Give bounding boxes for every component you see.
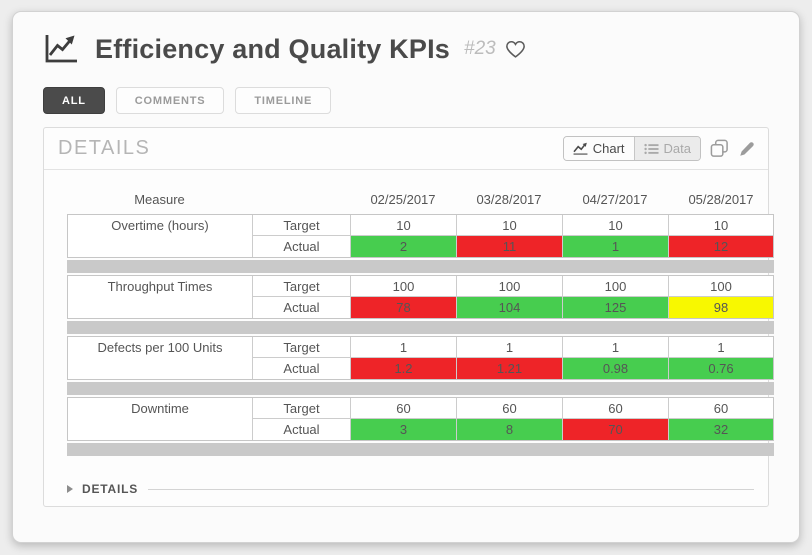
group-separator bbox=[67, 443, 774, 456]
tab-comments[interactable]: COMMENTS bbox=[115, 87, 225, 114]
target-value: 60 bbox=[456, 398, 562, 419]
actual-value: 78 bbox=[350, 297, 456, 318]
actual-row-label: Actual bbox=[252, 236, 350, 257]
measure-name: Throughput Times bbox=[107, 279, 213, 294]
target-value: 10 bbox=[668, 215, 773, 236]
data-view-button[interactable]: Data bbox=[633, 137, 700, 160]
kpi-card: Efficiency and Quality KPIs #23 ALL COMM… bbox=[12, 11, 800, 543]
edit-pencil-icon[interactable] bbox=[738, 140, 756, 158]
target-value: 100 bbox=[456, 276, 562, 297]
actual-value: 70 bbox=[562, 419, 668, 440]
actual-value: 12 bbox=[668, 236, 773, 257]
actual-value: 8 bbox=[456, 419, 562, 440]
actual-value: 98 bbox=[668, 297, 773, 318]
date-column-header: 05/28/2017 bbox=[688, 191, 754, 207]
group-separator bbox=[67, 382, 774, 395]
kpi-group-defects: Defects per 100 Units Target 1 1 1 1 Act… bbox=[67, 336, 774, 380]
item-number: #23 bbox=[464, 38, 496, 59]
measure-name: Downtime bbox=[131, 401, 189, 416]
actual-value: 1.2 bbox=[350, 358, 456, 379]
actual-value: 11 bbox=[456, 236, 562, 257]
group-separator bbox=[67, 321, 774, 334]
date-column-header: 03/28/2017 bbox=[476, 191, 542, 207]
data-view-label: Data bbox=[663, 141, 691, 156]
line-chart-icon bbox=[43, 33, 80, 65]
target-value: 60 bbox=[668, 398, 773, 419]
panel-title: DETAILS bbox=[58, 137, 151, 159]
target-value: 100 bbox=[350, 276, 456, 297]
target-value: 10 bbox=[562, 215, 668, 236]
panel-header: DETAILS Chart Data bbox=[44, 128, 768, 170]
measure-name: Overtime (hours) bbox=[111, 218, 209, 233]
target-value: 60 bbox=[350, 398, 456, 419]
actual-row-label: Actual bbox=[252, 358, 350, 379]
measure-column-header: Measure bbox=[134, 191, 185, 207]
favorite-heart-icon[interactable] bbox=[505, 40, 526, 59]
details-panel: DETAILS Chart Data Measure 02/25/2017 03… bbox=[43, 127, 774, 507]
target-value: 10 bbox=[456, 215, 562, 236]
actual-value: 1 bbox=[562, 236, 668, 257]
target-row-label: Target bbox=[252, 215, 350, 236]
date-column-header: 04/27/2017 bbox=[582, 191, 648, 207]
actual-value: 0.76 bbox=[668, 358, 773, 379]
measure-name: Defects per 100 Units bbox=[97, 340, 223, 355]
date-column-header: 02/25/2017 bbox=[370, 191, 436, 207]
actual-value: 104 bbox=[456, 297, 562, 318]
footer-rule bbox=[148, 488, 754, 490]
group-separator bbox=[67, 260, 774, 273]
view-toggle: Chart Data bbox=[562, 136, 701, 161]
tab-timeline[interactable]: TIMELINE bbox=[235, 87, 332, 114]
details-expander[interactable]: DETAILS bbox=[67, 482, 754, 496]
target-value: 10 bbox=[350, 215, 456, 236]
actual-value: 3 bbox=[350, 419, 456, 440]
card-header: Efficiency and Quality KPIs #23 bbox=[13, 12, 799, 65]
actual-row-label: Actual bbox=[252, 419, 350, 440]
target-row-label: Target bbox=[252, 276, 350, 297]
target-row-label: Target bbox=[252, 337, 350, 358]
target-value: 100 bbox=[562, 276, 668, 297]
copy-icon[interactable] bbox=[710, 139, 729, 158]
page-title: Efficiency and Quality KPIs bbox=[95, 33, 451, 64]
target-value: 100 bbox=[668, 276, 773, 297]
tab-all[interactable]: ALL bbox=[43, 87, 105, 114]
chart-view-label: Chart bbox=[592, 141, 625, 156]
tab-bar: ALL COMMENTS TIMELINE bbox=[43, 87, 799, 114]
details-expander-label: DETAILS bbox=[82, 482, 139, 496]
kpi-group-overtime: Overtime (hours) Target 10 10 10 10 Actu… bbox=[67, 214, 774, 258]
panel-controls: Chart Data bbox=[562, 136, 756, 161]
target-value: 1 bbox=[668, 337, 773, 358]
kpi-group-throughput: Throughput Times Target 100 100 100 100 … bbox=[67, 275, 774, 319]
target-value: 1 bbox=[350, 337, 456, 358]
line-chart-icon bbox=[573, 142, 588, 155]
target-row-label: Target bbox=[252, 398, 350, 419]
list-icon bbox=[643, 143, 659, 154]
target-value: 1 bbox=[562, 337, 668, 358]
expand-triangle-icon bbox=[67, 485, 73, 493]
actual-value: 2 bbox=[350, 236, 456, 257]
actual-value: 1.21 bbox=[456, 358, 562, 379]
actual-row-label: Actual bbox=[252, 297, 350, 318]
target-value: 60 bbox=[562, 398, 668, 419]
chart-view-button[interactable]: Chart bbox=[563, 137, 634, 160]
table-header-row: Measure 02/25/2017 03/28/2017 04/27/2017… bbox=[67, 186, 768, 212]
actual-value: 0.98 bbox=[562, 358, 668, 379]
target-value: 1 bbox=[456, 337, 562, 358]
kpi-group-downtime: Downtime Target 60 60 60 60 Actual 3 8 7… bbox=[67, 397, 774, 441]
kpi-table: Measure 02/25/2017 03/28/2017 04/27/2017… bbox=[44, 170, 774, 456]
actual-value: 32 bbox=[668, 419, 773, 440]
actual-value: 125 bbox=[562, 297, 668, 318]
